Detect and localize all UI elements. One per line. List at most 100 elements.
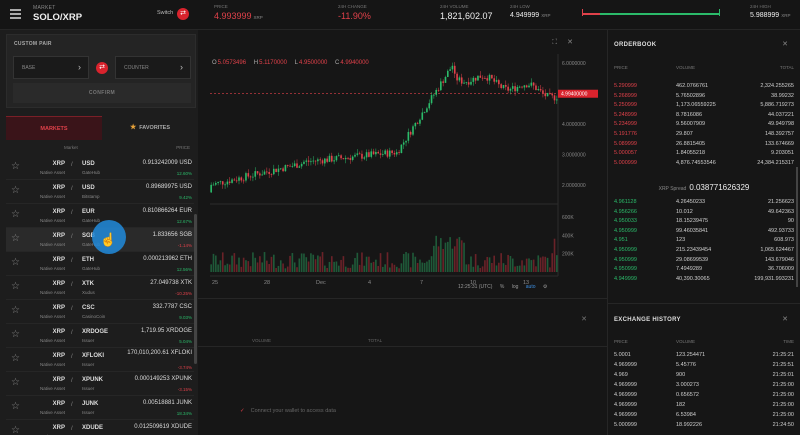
orderbook-row[interactable]: 5.191776 29.807 148.392757 [614, 131, 794, 139]
percent-toggle[interactable]: % [500, 284, 504, 290]
candlestick-chart[interactable]: 6.00000005.00000004.00000003.00000002.00… [198, 30, 607, 298]
tab-favorites-label: FAVORITES [139, 125, 171, 131]
orderbook-row[interactable]: 5.234999 9.56007909 49.949798 [614, 121, 794, 129]
orderbook-row[interactable]: 4.951 123 608.973 [614, 237, 794, 245]
candle-body [231, 179, 233, 183]
orderbook-row[interactable]: 5.000999 4,876.74553546 24,384.215317 [614, 160, 794, 168]
custom-pair-title: CUSTOM PAIR [14, 41, 52, 47]
orderbook-row[interactable]: 5.250999 1,173.06559225 5,886.719273 [614, 102, 794, 110]
tab-markets[interactable]: MARKETS [6, 116, 102, 140]
market-row[interactable]: ☆ XRP Native Asset / JUNK Issuer 0.00518881 JU… [6, 396, 194, 420]
confirm-button[interactable]: CONFIRM [13, 83, 191, 103]
candle-body [551, 93, 554, 96]
market-row[interactable]: ☆ XRP Native Asset / XFLOKI Issuer 170,010,200… [6, 348, 194, 372]
candle-body [511, 86, 514, 89]
orderbook-row[interactable]: 4.961128 4.26450233 21.256623 [614, 199, 794, 207]
market-list-scrollbar[interactable] [194, 214, 197, 364]
star-outline-icon[interactable]: ☆ [11, 161, 20, 172]
market-row[interactable]: ☆ XRP Native Asset / USD Bitstamp 0.89689975 U… [6, 180, 194, 204]
row-price: 4.950999 [614, 227, 637, 234]
menu-icon[interactable] [10, 9, 21, 19]
volume-bar [414, 256, 417, 272]
volume-bar [349, 267, 352, 272]
counter-select[interactable]: COUNTER › [115, 56, 191, 79]
orderbook-header: PRICE VOLUME TOTAL [614, 65, 794, 73]
candle-body [379, 153, 382, 155]
orderbook-row[interactable]: 5.000057 1.84055218 9.203051 [614, 150, 794, 158]
orderbook-row[interactable]: 4.950999 29.08699539 143.679046 [614, 257, 794, 265]
close-icon[interactable]: ✕ [782, 315, 788, 323]
orderbook-scrollbar[interactable] [796, 167, 798, 287]
star-outline-icon[interactable]: ☆ [11, 305, 20, 316]
star-outline-icon[interactable]: ☆ [11, 353, 20, 364]
close-icon[interactable]: ✕ [581, 315, 587, 323]
swap-pair-button[interactable]: ⇄ [96, 62, 108, 74]
date-tick-label: 7 [420, 280, 423, 286]
candle-body [474, 77, 477, 81]
star-outline-icon[interactable]: ☆ [11, 329, 20, 340]
connect-wallet-message: ✓ Connect your wallet to access data [240, 408, 336, 414]
auto-toggle[interactable]: auto [526, 284, 536, 290]
market-row[interactable]: ☆ XRP Native Asset / USD GateHub 0.913242009 U… [6, 156, 194, 180]
market-row[interactable]: ☆ XRP Native Asset / XPUNK Issuer 0.000149253 … [6, 372, 194, 396]
star-icon: ★ [129, 124, 137, 131]
candle-body [416, 122, 419, 124]
log-toggle[interactable]: log [512, 284, 519, 290]
market-row[interactable]: ☆ XRP Native Asset / ETH GateHub 0.000213962 E… [6, 252, 194, 276]
orderbook-row[interactable]: 4.949999 40,390.30065 199,931.993231 [614, 276, 794, 284]
star-outline-icon[interactable]: ☆ [11, 185, 20, 196]
base-currency: XRP [52, 401, 65, 407]
orderbook-row[interactable]: 4.950999 99.46035841 492.93733 [614, 228, 794, 236]
volume-bar [419, 259, 421, 272]
star-outline-icon[interactable]: ☆ [11, 257, 20, 268]
market-row[interactable]: ☆ XRP Native Asset / XRDOGE Issuer 1,719.95 XR… [6, 324, 194, 348]
star-outline-icon[interactable]: ☆ [11, 401, 20, 412]
star-outline-icon[interactable]: ☆ [11, 377, 20, 388]
date-tick-label: 28 [264, 280, 270, 286]
settings-icon[interactable]: ⚙ [543, 284, 547, 290]
candle-body [453, 65, 456, 74]
orderbook-row[interactable]: 4.956266 10.012 49.642363 [614, 209, 794, 217]
candle-body [370, 151, 373, 157]
star-outline-icon[interactable]: ☆ [11, 209, 20, 220]
star-outline-icon[interactable]: ☆ [11, 233, 20, 244]
tab-favorites[interactable]: ★ FAVORITES [102, 116, 198, 140]
volume-bar [400, 263, 403, 272]
candle-body [221, 181, 224, 185]
candle-body [488, 74, 491, 81]
market-row[interactable]: ☆ XRP Native Asset / CSC CasinoCoin 332.7787 C… [6, 300, 194, 324]
volume-bar [314, 259, 317, 272]
orderbook-row[interactable]: 5.290999 462.0766761 2,324.255265 [614, 83, 794, 91]
switch-pair-button[interactable]: ⇄ [177, 8, 189, 20]
candle-body [391, 150, 393, 154]
orderbook-row[interactable]: 5.268999 5.76502896 38.99232 [614, 93, 794, 101]
market-tabs: MARKETS ★ FAVORITES [6, 116, 198, 140]
close-icon[interactable]: ✕ [782, 40, 788, 48]
base-issuer: Native Asset [39, 242, 65, 247]
base-currency: XRP [52, 257, 65, 263]
orderbook-row[interactable]: 5.248999 8.7816086 44.037221 [614, 112, 794, 120]
pair-separator-icon: / [71, 402, 73, 408]
base-select[interactable]: BASE › [13, 56, 89, 79]
volume-bar [370, 262, 373, 272]
candle-body [286, 165, 289, 166]
star-outline-icon[interactable]: ☆ [11, 425, 20, 435]
market-price: 1,719.95 XRDOGE [140, 328, 192, 334]
orderbook-row[interactable]: 4.950999 7.4949289 36.706009 [614, 266, 794, 274]
market-row[interactable]: ☆ XRP Native Asset / XTK Xudus 27.049738 XTK -1… [6, 276, 194, 300]
base-currency: XRP [52, 353, 65, 359]
market-row[interactable]: ☆XRPNative Asset/XDUDE0.012509619 XDUDE [6, 420, 194, 435]
orderbook-row[interactable]: 4.950033 18.15239475 90 [614, 218, 794, 226]
candle-body [528, 85, 530, 88]
market-change: 9.42% [179, 195, 192, 200]
candle-body [449, 69, 451, 71]
orderbook-row[interactable]: 4.950999 215.23439454 1,065.624467 [614, 247, 794, 255]
volume-bar [553, 238, 556, 272]
volume-bar [507, 254, 509, 272]
candle-body [238, 177, 240, 181]
candle-body [233, 179, 236, 181]
price-stat-unit: XRP [253, 15, 263, 20]
star-outline-icon[interactable]: ☆ [11, 281, 20, 292]
row-volume: 8.7816086 [676, 111, 702, 118]
orderbook-row[interactable]: 5.089999 26.8815405 133.674669 [614, 141, 794, 149]
